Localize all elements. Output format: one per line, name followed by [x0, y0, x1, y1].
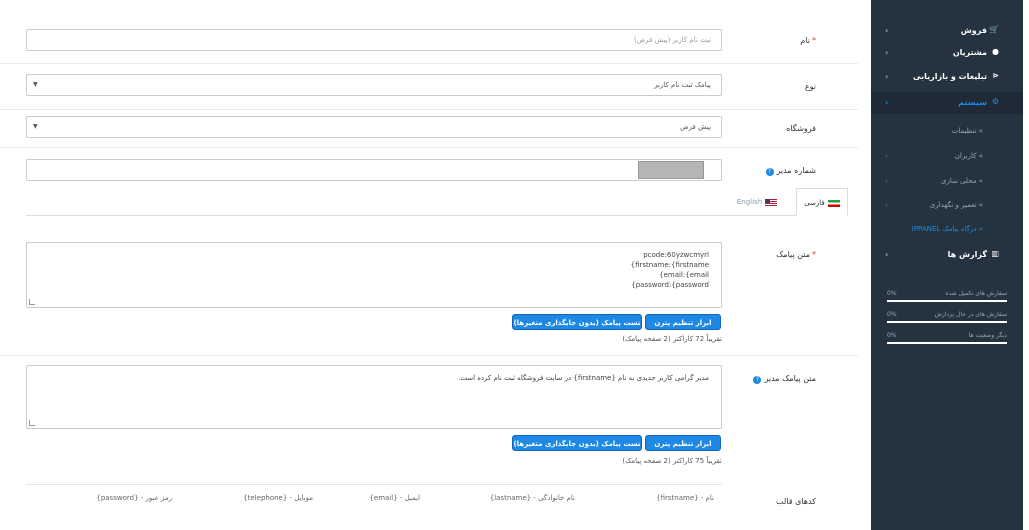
progress-bar: [887, 300, 1007, 302]
template-code: موبایل - {telephone}: [243, 494, 313, 502]
chevron-left-icon: ‹: [885, 152, 888, 160]
tab-farsi[interactable]: فارسی: [796, 188, 848, 216]
name-row: *نام ثبت نام کاربر (پیش فرض): [0, 18, 858, 64]
gear-icon: ⚙: [991, 97, 999, 106]
main-content: *نام ثبت نام کاربر (پیش فرض) نوع ▼ پیامک…: [0, 0, 858, 530]
sidebar: 🛒 فروش ‹ ● مشتریان ‹ ⋖ تبلیغات و بازاریا…: [871, 0, 1023, 530]
user-icon: ●: [992, 47, 999, 56]
progress-bar: [887, 321, 1007, 323]
admin-char-count: تقریباً 75 کاراکتر (2 صفحه پیامک): [622, 457, 722, 465]
message-line: pcode:60yzwcmyrl: [643, 251, 709, 259]
resize-handle-icon[interactable]: [29, 420, 35, 426]
sidebar-item-customers[interactable]: ● مشتریان ‹: [871, 42, 1023, 64]
chevron-left-icon: ‹: [885, 48, 889, 57]
sidebar-item-sales[interactable]: 🛒 فروش ‹: [871, 20, 1023, 42]
type-select-value: پیامک ثبت نام کاربر: [654, 81, 711, 89]
sidebar-sub-localisation[interactable]: » محلی سازی ‹: [871, 170, 1023, 192]
message-line: {firstname:{firstname: [630, 261, 709, 269]
type-select[interactable]: ▼ پیامک ثبت نام کاربر: [26, 74, 722, 96]
stat-processing: سفارش های در حال پردازش 0%: [887, 307, 1007, 327]
share-icon: ⋖: [992, 71, 999, 80]
type-row: نوع ▼ پیامک ثبت نام کاربر: [0, 64, 858, 110]
template-codes-label: کدهای قالب: [775, 497, 816, 506]
template-code: نام - {firstname}: [656, 494, 714, 502]
window-edge: [1023, 0, 1029, 530]
pattern-tool-button[interactable]: ابزار تنظیم پترن: [645, 314, 721, 330]
redacted-block: [638, 161, 704, 179]
admin-test-sms-button[interactable]: تست پیامک (بدون جایگذاری متغیرها): [512, 435, 642, 451]
bar-chart-icon: ▥: [991, 249, 999, 258]
sidebar-sub-users[interactable]: » کاربران ‹: [871, 145, 1023, 167]
cart-icon: 🛒: [989, 25, 999, 34]
admin-number-label: شماره مدیر?: [765, 166, 816, 176]
chevron-left-icon: ‹: [885, 177, 888, 185]
message-textarea[interactable]: pcode:60yzwcmyrl {firstname:{firstname {…: [26, 242, 722, 308]
name-input-value: ثبت نام کاربر (پیش فرض): [633, 36, 711, 44]
sidebar-item-system[interactable]: ⚙ سیستم ‹: [871, 92, 1023, 114]
sidebar-sub-settings[interactable]: » تنظیمات: [871, 120, 1023, 142]
admin-number-input[interactable]: [26, 159, 722, 181]
admin-message-row: متن پیامک مدیر? مدیر گرامی کاربر جدیدی ب…: [0, 356, 858, 478]
uk-flag-icon: [765, 198, 778, 206]
tab-english[interactable]: English: [722, 188, 792, 216]
message-line: {password:{password: [631, 281, 709, 289]
stat-completed: سفارش های تکمیل شده 0%: [887, 286, 1007, 306]
template-code: نام خانوادگی - {lastname}: [489, 494, 575, 502]
admin-message-text: مدیر گرامی کاربر جدیدی به نام {firstname…: [458, 374, 709, 382]
message-row: *متن پیامک pcode:60yzwcmyrl {firstname:{…: [0, 216, 858, 356]
type-label: نوع: [804, 82, 816, 91]
template-code: ایمیل - {email}: [369, 494, 420, 502]
sidebar-item-marketing[interactable]: ⋖ تبلیغات و بازاریابی ‹: [871, 66, 1023, 88]
chevron-left-icon: ‹: [885, 250, 889, 259]
stat-other: دیگر وضعیت ها 0%: [887, 328, 1007, 348]
chevron-down-icon: ▼: [33, 123, 38, 130]
store-select-value: پیش فرض: [680, 123, 711, 131]
store-label: فروشگاه: [786, 124, 816, 133]
chevron-left-icon: ‹: [885, 98, 889, 107]
admin-number-row: شماره مدیر?: [0, 148, 858, 188]
help-icon[interactable]: ?: [753, 376, 762, 384]
admin-message-label: متن پیامک مدیر?: [753, 374, 816, 384]
message-line: {email:{email: [659, 271, 709, 279]
help-icon[interactable]: ?: [765, 168, 774, 176]
template-code: رمز عبور - {password}: [96, 494, 172, 502]
sidebar-sub-maintenance[interactable]: » تعمیر و نگهداری ‹: [871, 194, 1023, 216]
sidebar-sub-ippanel[interactable]: » درگاه پیامک IPPANEL: [871, 218, 1023, 240]
chevron-left-icon: ‹: [885, 26, 889, 35]
message-label: *متن پیامک: [776, 250, 816, 259]
char-count: تقریباً 72 کاراکتر (2 صفحه پیامک): [622, 335, 722, 343]
iran-flag-icon: [827, 199, 840, 207]
sidebar-item-reports[interactable]: ▥ گزارش ها ‹: [871, 244, 1023, 266]
admin-message-textarea[interactable]: مدیر گرامی کاربر جدیدی به نام {firstname…: [26, 365, 722, 429]
chevron-left-icon: ‹: [885, 72, 889, 81]
store-select[interactable]: ▼ پیش فرض: [26, 116, 722, 138]
language-tabs: فارسی English: [26, 188, 848, 216]
progress-bar: [887, 342, 1007, 344]
name-label: *نام: [800, 36, 816, 45]
name-input[interactable]: ثبت نام کاربر (پیش فرض): [26, 29, 722, 51]
chevron-down-icon: ▼: [33, 81, 38, 88]
chevron-left-icon: ‹: [885, 201, 888, 209]
admin-pattern-tool-button[interactable]: ابزار تنظیم پترن: [645, 435, 721, 451]
divider: [26, 484, 722, 485]
store-row: فروشگاه ▼ پیش فرض: [0, 110, 858, 148]
resize-handle-icon[interactable]: [29, 299, 35, 305]
test-sms-button[interactable]: تست پیامک (بدون جایگذاری متغیرها): [512, 314, 642, 330]
